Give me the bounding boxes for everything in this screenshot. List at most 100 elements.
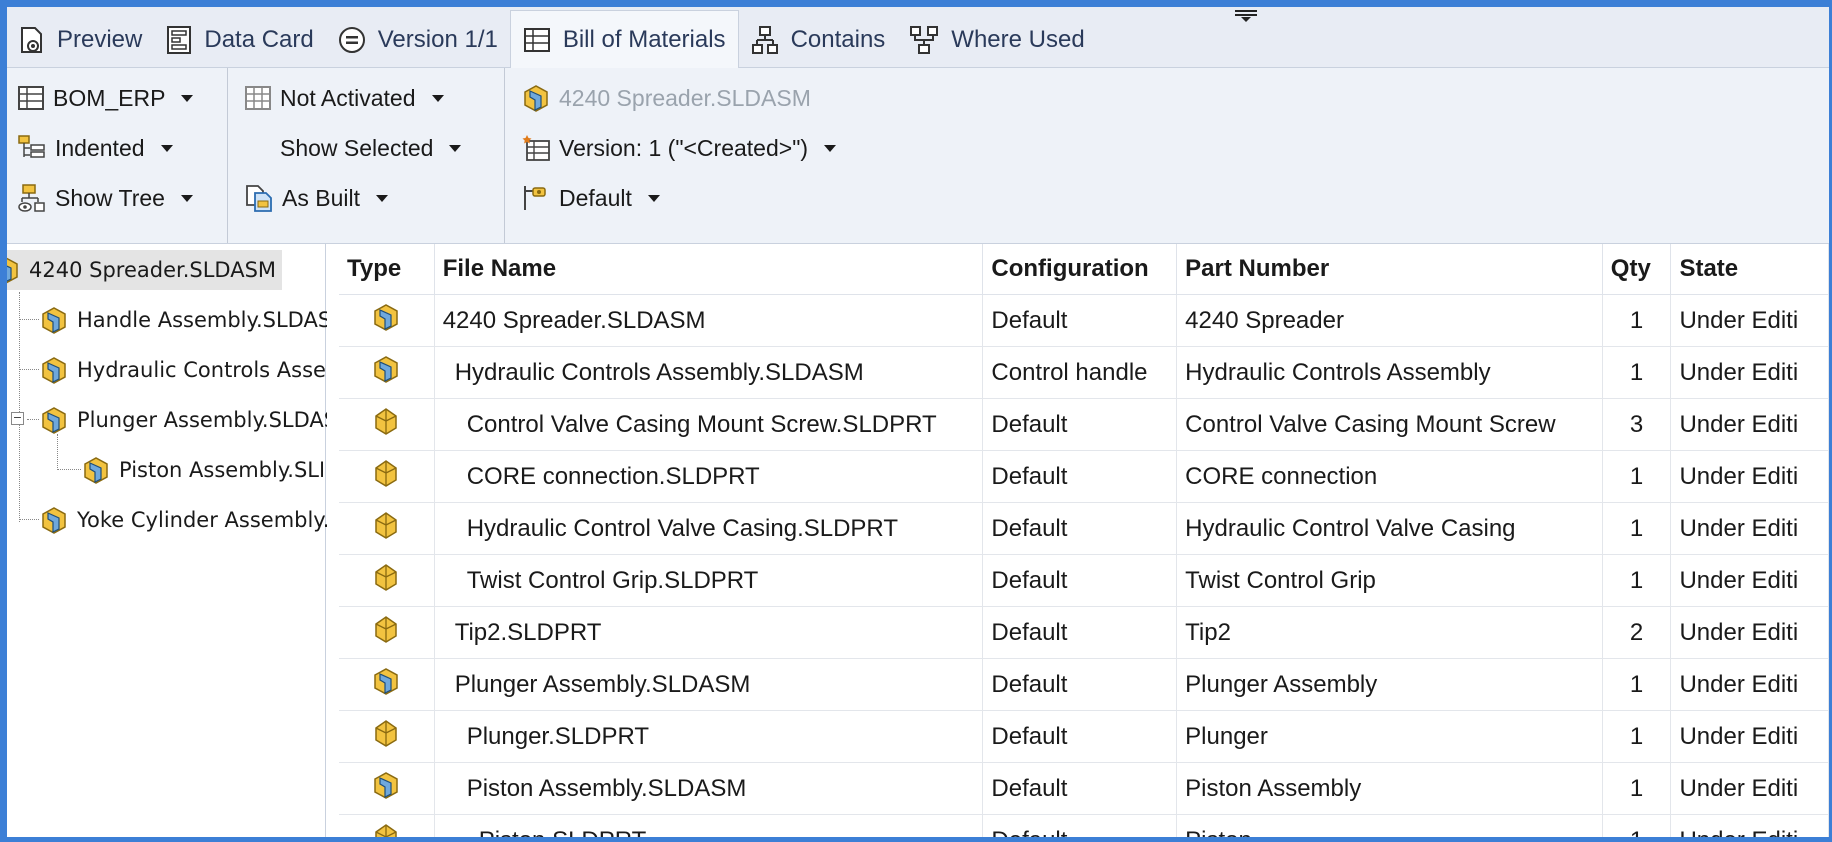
state-cell: Under Editi: [1670, 450, 1829, 503]
tab-label: Preview: [57, 26, 143, 53]
tree-connector: [19, 519, 39, 520]
view-mode-dropdown[interactable]: Indented: [17, 131, 173, 165]
tab-data-card[interactable]: Data Card: [154, 13, 325, 67]
type-cell: [339, 554, 435, 607]
file-name-cell: Tip2.SLDPRT: [434, 606, 984, 659]
column-header-file-name[interactable]: File Name: [434, 244, 984, 295]
chevron-down-icon: [449, 144, 462, 152]
column-header-state[interactable]: State: [1670, 244, 1829, 295]
chevron-down-icon: [824, 144, 837, 152]
qty-cell: 1: [1602, 762, 1672, 815]
qty-cell: 1: [1602, 658, 1672, 711]
tree-item-plunger-assembly[interactable]: Plunger Assembly.SLDAS: [39, 400, 327, 440]
bom-toolbar: BOM_ERP Indented Show Tree Not Activated…: [7, 68, 1829, 244]
table-row[interactable]: Piston.SLDPRTDefaultPiston1Under Editi: [339, 814, 1829, 837]
type-cell: [339, 294, 435, 347]
part-number-cell: Twist Control Grip: [1176, 554, 1603, 607]
file-name-cell: 4240 Spreader.SLDASM: [434, 294, 984, 347]
tree-item-label: Handle Assembly.SLDAS: [77, 308, 327, 332]
show-selected-dropdown[interactable]: Show Selected: [280, 131, 462, 165]
tree-item-root[interactable]: 4240 Spreader.SLDASM: [7, 250, 283, 290]
tree-mode-dropdown[interactable]: Show Tree: [17, 181, 193, 215]
tree-item-piston-assembly[interactable]: Piston Assembly.SLD: [81, 450, 323, 490]
table-row[interactable]: CORE connection.SLDPRT Default CORE connec…: [339, 450, 1829, 503]
tab-where-used[interactable]: Where Used: [897, 13, 1096, 67]
part-number-cell: Hydraulic Controls Assembly: [1176, 346, 1603, 399]
table-row[interactable]: Hydraulic Controls Assembly.SLDASM Contro…: [339, 346, 1829, 399]
tree-item-yoke-cylinder[interactable]: Yoke Cylinder Assembly.: [39, 500, 327, 540]
part-icon: [371, 824, 401, 837]
column-header-qty[interactable]: Qty: [1602, 244, 1672, 295]
table-row[interactable]: Plunger Assembly.SLDASM Default Plunger As…: [339, 658, 1829, 711]
tree-connector: [19, 292, 20, 522]
chevron-down-icon: [431, 94, 444, 102]
state-cell: Under Editi: [1670, 814, 1829, 837]
qty-cell: 1: [1602, 814, 1672, 837]
table-row[interactable]: Tip2.SLDPRT Default Tip2 2 Under Editi: [339, 606, 1829, 659]
configuration-cell: Default: [982, 606, 1178, 659]
tree-mode-value: Show Tree: [55, 184, 165, 211]
activation-dropdown[interactable]: Not Activated: [244, 81, 444, 115]
bom-table: Type File Name Configuration Part Number…: [339, 244, 1829, 837]
collapse-toggle-icon[interactable]: −: [11, 412, 24, 425]
part-number-cell: Tip2: [1176, 606, 1603, 659]
preview-icon: [21, 27, 42, 53]
table-row[interactable]: Hydraulic Control Valve Casing.SLDPRT Def…: [339, 502, 1829, 555]
column-header-type[interactable]: Type: [339, 244, 435, 295]
file-name-cell: Plunger.SLDPRT: [434, 710, 984, 763]
view-mode-value: Indented: [55, 134, 145, 161]
tree-connector: [57, 469, 81, 470]
configuration-cell: Control handle: [982, 346, 1178, 399]
state-cell: Under Editi: [1670, 554, 1829, 607]
qty-cell: 1: [1602, 554, 1672, 607]
tree-item-label: Piston Assembly.SLD: [119, 458, 323, 482]
configuration-dropdown[interactable]: Default: [521, 181, 660, 215]
part-icon: [371, 616, 401, 650]
part-icon: [371, 564, 401, 598]
tab-label: Where Used: [951, 26, 1085, 53]
tree-item-hydraulic-controls[interactable]: Hydraulic Controls Asser: [39, 350, 327, 390]
show-tree-icon: [18, 184, 45, 212]
splitter-grip-icon[interactable]: [1233, 9, 1259, 23]
assembly-icon: [84, 457, 108, 484]
column-header-configuration[interactable]: Configuration: [982, 244, 1178, 295]
tab-label: Data Card: [204, 26, 314, 53]
part-number-cell: Control Valve Casing Mount Screw: [1176, 398, 1603, 451]
bom-layout-dropdown[interactable]: BOM_ERP: [17, 81, 194, 115]
table-row[interactable]: 4240 Spreader.SLDASM Default 4240 Spreader…: [339, 294, 1829, 347]
contains-icon: [751, 26, 778, 54]
part-number-cell: Plunger Assembly: [1176, 658, 1603, 711]
state-cell: Under Editi: [1670, 762, 1829, 815]
tab-label: Bill of Materials: [562, 25, 726, 53]
bom-layout-value: BOM_ERP: [53, 84, 166, 111]
file-name-cell: Control Valve Casing Mount Screw.SLDPRT: [434, 398, 984, 451]
configuration-icon: [524, 186, 546, 210]
table-row[interactable]: Control Valve Casing Mount Screw.SLDPRT D…: [339, 398, 1829, 451]
qty-cell: 1: [1602, 710, 1672, 763]
grid-icon: [245, 86, 271, 110]
tab-bill-of-materials[interactable]: Bill of Materials: [509, 10, 739, 68]
type-cell: [339, 502, 435, 555]
type-cell: [339, 346, 435, 399]
window-frame-bottom: [0, 837, 1832, 842]
type-cell: [339, 814, 435, 837]
type-cell: [339, 606, 435, 659]
table-row[interactable]: Twist Control Grip.SLDPRT Default Twist Co…: [339, 554, 1829, 607]
tree-item-label: Hydraulic Controls Asser: [77, 358, 327, 382]
tree-item-handle-assembly[interactable]: Handle Assembly.SLDAS: [39, 300, 327, 340]
as-built-dropdown[interactable]: As Built: [244, 181, 388, 215]
table-row[interactable]: Piston Assembly.SLDASM Default Piston Asse…: [339, 762, 1829, 815]
file-name-cell: Twist Control Grip.SLDPRT: [434, 554, 984, 607]
configuration-value: Default: [559, 184, 632, 211]
tab-contains[interactable]: Contains: [739, 13, 898, 67]
table-row[interactable]: Plunger.SLDPRT Default Plunger 1 Under Editi: [339, 710, 1829, 763]
tab-preview[interactable]: Preview: [7, 13, 154, 67]
qty-cell: 3: [1602, 398, 1672, 451]
version-dropdown[interactable]: Version: 1 ("<Created>"): [521, 131, 837, 165]
assembly-icon: [7, 257, 18, 284]
tab-version[interactable]: Version 1/1: [326, 13, 510, 67]
file-name-cell: Piston.SLDPRT: [434, 814, 984, 837]
assembly-icon: [42, 307, 66, 334]
column-header-part-number[interactable]: Part Number: [1176, 244, 1603, 295]
file-name-display: 4240 Spreader.SLDASM: [521, 81, 811, 115]
